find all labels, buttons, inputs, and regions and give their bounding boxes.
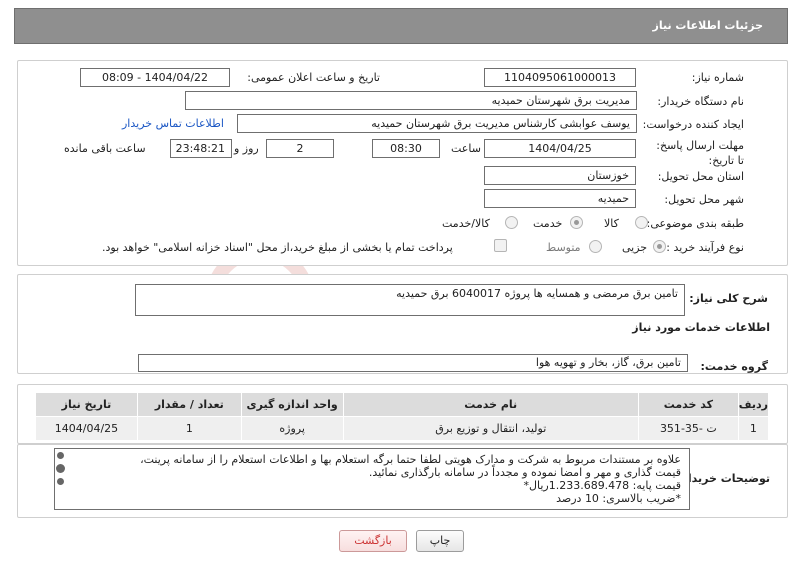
city-field[interactable]: حمیدیه bbox=[484, 189, 636, 208]
service-group-field[interactable]: تامین برق، گاز، بخار و تهویه هوا bbox=[138, 354, 688, 372]
category-label: طبقه بندی موضوعی: bbox=[646, 217, 744, 230]
back-button[interactable]: بازگشت bbox=[339, 530, 407, 552]
treasury-payment-note: پرداخت تمام یا بخشی از مبلغ خرید،از محل … bbox=[102, 241, 453, 254]
page-title: جزئیات اطلاعات نیاز bbox=[652, 19, 764, 32]
notes-scroll-down[interactable] bbox=[57, 478, 64, 485]
table-header-row: ردیف کد خدمت نام خدمت واحد اندازه گیری ت… bbox=[35, 392, 770, 417]
need-number-label: شماره نیاز: bbox=[691, 71, 744, 84]
purchase-type-medium-label: متوسط bbox=[546, 241, 581, 254]
buyer-notes-line: علاوه بر مستندات مربوط به شرکت و مدارک ه… bbox=[140, 453, 681, 466]
need-number-field[interactable]: 1104095061000013 bbox=[484, 68, 636, 87]
print-button[interactable]: چاپ bbox=[416, 530, 464, 552]
col-row-number: ردیف bbox=[737, 392, 770, 417]
buyer-contact-link[interactable]: اطلاعات تماس خریدار bbox=[122, 117, 224, 130]
purchase-type-minor-label: جزیی bbox=[622, 241, 648, 254]
buyer-notes-label: توضیحات خریدار: bbox=[677, 472, 770, 485]
cell-service-code: ت -35-351 bbox=[637, 416, 739, 441]
category-goods-radio[interactable] bbox=[635, 216, 648, 229]
buyer-notes-line: قیمت پایه: 1.233.689.478ریال* bbox=[523, 479, 681, 492]
city-label: شهر محل تحویل: bbox=[664, 193, 744, 206]
buyer-notes-line: قیمت گذاری و مهر و امضا نموده و مجدداً د… bbox=[368, 466, 681, 479]
deadline-time-field[interactable]: 08:30 bbox=[372, 139, 440, 158]
province-label: استان محل تحویل: bbox=[657, 170, 744, 183]
requester-field[interactable]: یوسف عوابشی کارشناس مدیریت برق شهرستان ح… bbox=[237, 114, 637, 133]
services-table: ردیف کد خدمت نام خدمت واحد اندازه گیری ت… bbox=[35, 392, 770, 441]
category-goods-service-label: کالا/خدمت bbox=[442, 217, 490, 230]
cell-unit: پروژه bbox=[240, 416, 344, 441]
deadline-date-field[interactable]: 1404/04/25 bbox=[484, 139, 636, 158]
cell-row-number: 1 bbox=[737, 416, 770, 441]
treasury-payment-checkbox[interactable] bbox=[494, 239, 507, 252]
announce-datetime-label: تاریخ و ساعت اعلان عمومی: bbox=[247, 71, 380, 84]
remaining-time-field[interactable]: 23:48:21 bbox=[170, 139, 232, 158]
services-section-title: اطلاعات خدمات مورد نیاز bbox=[632, 321, 770, 334]
cell-service-name: تولید، انتقال و توزیع برق bbox=[342, 416, 639, 441]
remaining-time-label: ساعت باقی مانده bbox=[64, 142, 146, 155]
category-service-label: خدمت bbox=[533, 217, 563, 230]
deadline-days-field[interactable]: 2 bbox=[266, 139, 334, 158]
col-service-code: کد خدمت bbox=[637, 392, 739, 417]
table-row: 1 ت -35-351 تولید، انتقال و توزیع برق پر… bbox=[35, 416, 770, 441]
requester-label: ایجاد کننده درخواست: bbox=[642, 118, 744, 131]
notes-scroll-thumb[interactable] bbox=[56, 464, 65, 473]
category-goods-service-radio[interactable] bbox=[505, 216, 518, 229]
summary-textarea[interactable]: تامین برق مرمضی و همسایه ها پروژه 604001… bbox=[135, 284, 685, 316]
buyer-notes-textarea[interactable]: علاوه بر مستندات مربوط به شرکت و مدارک ه… bbox=[54, 448, 690, 510]
category-goods-label: کالا bbox=[604, 217, 619, 230]
col-service-name: نام خدمت bbox=[342, 392, 639, 417]
cell-quantity: 1 bbox=[136, 416, 242, 441]
deadline-days-label: روز و bbox=[234, 142, 259, 155]
cell-need-date: 1404/04/25 bbox=[35, 416, 138, 441]
service-group-label: گروه خدمت: bbox=[700, 360, 768, 373]
province-field[interactable]: خوزستان bbox=[484, 166, 636, 185]
purchase-type-minor-radio[interactable] bbox=[653, 240, 666, 253]
buyer-org-field[interactable]: مدیریت برق شهرستان حمیدیه bbox=[185, 91, 637, 110]
col-quantity: تعداد / مقدار bbox=[136, 392, 242, 417]
category-service-radio[interactable] bbox=[570, 216, 583, 229]
purchase-type-medium-radio[interactable] bbox=[589, 240, 602, 253]
buyer-notes-line: *ضریب بالاسری: 10 درصد bbox=[556, 492, 681, 505]
page-header: جزئیات اطلاعات نیاز bbox=[14, 8, 788, 44]
col-need-date: تاریخ نیاز bbox=[35, 392, 138, 417]
purchase-type-label: نوع فرآیند خرید : bbox=[666, 241, 744, 254]
summary-label: شرح کلی نیاز: bbox=[689, 292, 768, 305]
col-unit: واحد اندازه گیری bbox=[240, 392, 344, 417]
deadline-time-label: ساعت bbox=[451, 142, 481, 155]
buyer-org-label: نام دستگاه خریدار: bbox=[657, 95, 744, 108]
notes-scroll-up[interactable] bbox=[57, 452, 64, 459]
deadline-label: مهلت ارسال پاسخ: تا تاریخ: bbox=[656, 139, 744, 167]
announce-datetime-field[interactable]: 1404/04/22 - 08:09 bbox=[80, 68, 230, 87]
